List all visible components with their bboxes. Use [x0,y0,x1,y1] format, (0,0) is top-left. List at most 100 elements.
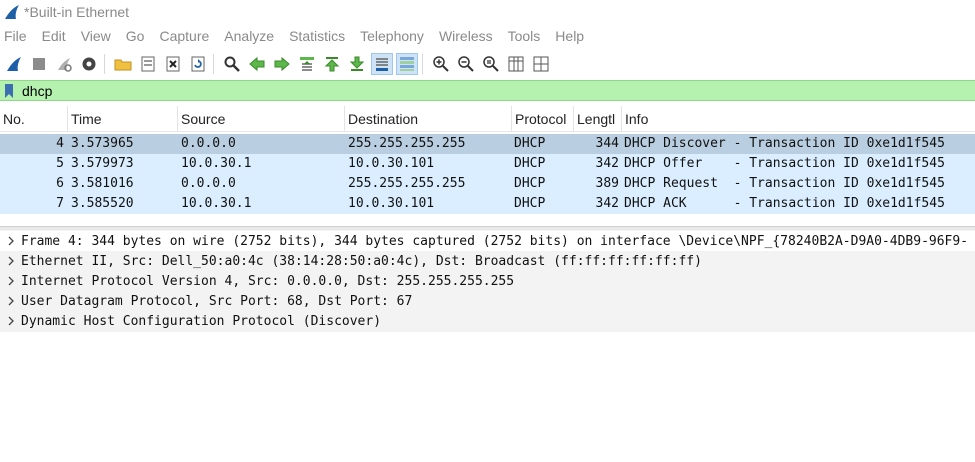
packet-info: DHCP Request - Transaction ID 0xe1d1f545 [624,176,945,191]
wireshark-fin-icon [2,2,22,22]
packet-info: DHCP Offer - Transaction ID 0xe1d1f545 [624,156,945,171]
packet-row[interactable]: 6 3.581016 0.0.0.0 255.255.255.255 DHCP … [0,174,975,194]
tree-item-udp[interactable]: User Datagram Protocol, Src Port: 68, Ds… [0,291,975,311]
packet-time: 3.585520 [71,196,134,211]
toolbar-separator [213,53,214,74]
autoscroll-icon[interactable] [371,52,393,75]
tree-item-label: Ethernet II, Src: Dell_50:a0:4c (38:14:2… [21,253,702,269]
toolbar-separator [422,53,423,74]
menu-tools[interactable]: Tools [508,28,549,44]
menu-capture[interactable]: Capture [159,28,217,44]
go-back-arrow-icon[interactable] [246,53,268,75]
go-forward-arrow-icon[interactable] [271,53,293,75]
packet-row[interactable]: 7 3.585520 10.0.30.1 10.0.30.101 DHCP 34… [0,194,975,214]
capture-options-gear-icon[interactable] [78,53,100,75]
packet-length: 342 [595,156,619,171]
filter-bookmark-icon[interactable] [2,82,16,100]
packet-source: 0.0.0.0 [181,136,236,151]
save-file-icon[interactable] [137,53,159,75]
normal-size-icon[interactable] [480,53,502,75]
menu-bar: File Edit View Go Capture Analyze Statis… [0,24,975,48]
packet-protocol: DHCP [514,136,546,151]
display-filter-input[interactable] [16,81,975,100]
packet-details-tree: Frame 4: 344 bytes on wire (2752 bits), … [0,230,975,332]
column-header-protocol[interactable]: Protocol [512,106,574,132]
packet-info: DHCP Discover - Transaction ID 0xe1d1f54… [624,136,945,151]
find-packet-icon[interactable] [221,53,243,75]
chevron-right-icon[interactable] [3,311,19,331]
column-header-destination[interactable]: Destination [345,106,512,132]
packet-source: 10.0.30.1 [181,156,252,171]
packet-destination: 255.255.255.255 [348,136,466,151]
packet-source: 10.0.30.1 [181,196,252,211]
packet-destination: 10.0.30.101 [348,156,435,171]
packet-destination: 255.255.255.255 [348,176,466,191]
stop-capture-icon[interactable] [28,53,50,75]
toolbar-separator [104,53,105,74]
packet-protocol: DHCP [514,196,546,211]
packet-row[interactable]: 5 3.579973 10.0.30.1 10.0.30.101 DHCP 34… [0,154,975,174]
last-packet-icon[interactable] [346,53,368,75]
column-header-length[interactable]: Lengtl [574,106,622,132]
menu-telephony[interactable]: Telephony [360,28,432,44]
zoom-out-icon[interactable] [455,53,477,75]
packet-row-selected[interactable]: 4 3.573965 0.0.0.0 255.255.255.255 DHCP … [0,134,975,154]
first-packet-icon[interactable] [321,53,343,75]
resize-columns-icon[interactable] [505,53,527,75]
expand-subtrees-icon[interactable] [530,53,552,75]
tree-item-ethernet[interactable]: Ethernet II, Src: Dell_50:a0:4c (38:14:2… [0,251,975,271]
packet-time: 3.581016 [71,176,134,191]
menu-edit[interactable]: Edit [42,28,74,44]
title-bar: *Built-in Ethernet [0,0,975,24]
packet-destination: 10.0.30.101 [348,196,435,211]
display-filter-bar [0,80,975,101]
open-folder-icon[interactable] [112,53,134,75]
chevron-right-icon[interactable] [3,271,19,291]
tree-item-ipv4[interactable]: Internet Protocol Version 4, Src: 0.0.0.… [0,271,975,291]
column-header-time[interactable]: Time [68,106,178,132]
tree-item-label: Internet Protocol Version 4, Src: 0.0.0.… [21,273,515,289]
packet-no: 5 [56,156,64,171]
close-file-icon[interactable] [162,53,184,75]
window-title: *Built-in Ethernet [24,4,130,20]
packet-no: 7 [56,196,64,211]
packet-length: 342 [595,196,619,211]
chevron-right-icon[interactable] [3,291,19,311]
packet-list: No. Time Source Destination Protocol Len… [0,106,975,222]
menu-file[interactable]: File [0,28,35,44]
tree-item-label: Dynamic Host Configuration Protocol (Dis… [21,313,382,329]
main-toolbar [0,50,975,77]
packet-time: 3.573965 [71,136,134,151]
menu-help[interactable]: Help [555,28,592,44]
menu-analyze[interactable]: Analyze [224,28,282,44]
chevron-right-icon[interactable] [3,251,19,271]
packet-time: 3.579973 [71,156,134,171]
tree-item-label: Frame 4: 344 bytes on wire (2752 bits), … [21,233,969,249]
packet-length: 389 [595,176,619,191]
menu-view[interactable]: View [81,28,119,44]
colorize-packet-list-icon[interactable] [396,52,418,75]
packet-length: 344 [595,136,619,151]
chevron-right-icon[interactable] [3,231,19,251]
tree-item-label: User Datagram Protocol, Src Port: 68, Ds… [21,293,413,309]
packet-protocol: DHCP [514,156,546,171]
menu-go[interactable]: Go [126,28,153,44]
column-header-info[interactable]: Info [622,106,975,132]
go-to-packet-icon[interactable] [296,53,318,75]
packet-source: 0.0.0.0 [181,176,236,191]
column-header-source[interactable]: Source [178,106,345,132]
menu-statistics[interactable]: Statistics [289,28,353,44]
tree-item-frame[interactable]: Frame 4: 344 bytes on wire (2752 bits), … [0,231,975,251]
column-header-no[interactable]: No. [0,106,68,132]
start-capture-fin-icon[interactable] [3,53,25,75]
packet-list-header: No. Time Source Destination Protocol Len… [0,106,975,132]
packet-no: 6 [56,176,64,191]
packet-no: 4 [56,136,64,151]
tree-item-dhcp[interactable]: Dynamic Host Configuration Protocol (Dis… [0,311,975,331]
packet-protocol: DHCP [514,176,546,191]
zoom-in-icon[interactable] [430,53,452,75]
reload-file-icon[interactable] [187,53,209,75]
menu-wireless[interactable]: Wireless [439,28,501,44]
restart-capture-icon[interactable] [53,53,75,75]
packet-info: DHCP ACK - Transaction ID 0xe1d1f545 [624,196,945,211]
